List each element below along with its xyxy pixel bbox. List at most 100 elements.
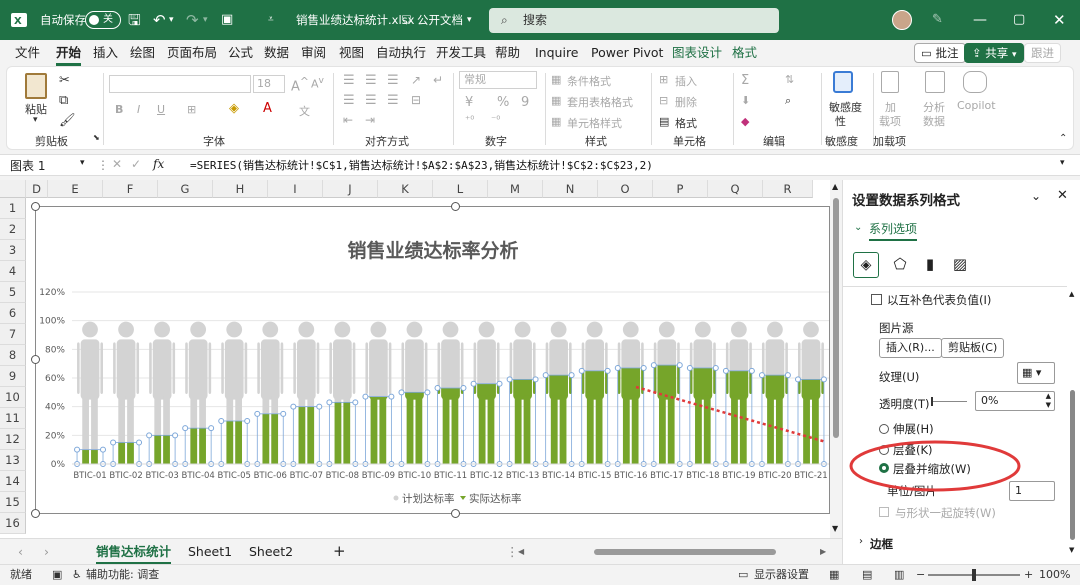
plan-figure-body[interactable] xyxy=(116,339,136,400)
actual-figure-part[interactable] xyxy=(812,395,819,464)
actual-figure-part[interactable] xyxy=(586,395,594,464)
normal-view-icon[interactable]: ▦ xyxy=(829,565,839,585)
actual-figure-part[interactable] xyxy=(631,395,639,464)
comma-icon[interactable]: 9 xyxy=(521,95,529,110)
sort-filter-icon[interactable]: ⇅ xyxy=(785,73,794,86)
autosave-toggle[interactable]: 关 xyxy=(85,11,121,29)
plan-figure-arm[interactable] xyxy=(172,342,176,395)
plan-figure-arm[interactable] xyxy=(257,342,260,395)
copy-icon[interactable]: ⧉ xyxy=(59,93,68,108)
series-selection-handle[interactable] xyxy=(218,418,225,424)
column-header[interactable]: O xyxy=(598,180,653,198)
border-icon[interactable]: ⊞ xyxy=(187,103,196,116)
scroll-down-icon[interactable]: ▼ xyxy=(832,524,838,533)
plan-figure-head[interactable] xyxy=(767,321,783,338)
delete-cells-icon[interactable]: ⊟ xyxy=(659,94,668,107)
maximize-icon[interactable]: ▢ xyxy=(1013,0,1025,40)
collapse-ribbon-icon[interactable]: ⌃ xyxy=(1059,133,1067,144)
row-header[interactable]: 5 xyxy=(0,282,26,303)
plan-figure-head[interactable] xyxy=(82,321,98,338)
conditional-format-icon[interactable]: ▦ xyxy=(551,73,561,86)
sheet-tab-sheet1[interactable]: Sheet1 xyxy=(188,539,232,564)
plan-figure-arm[interactable] xyxy=(100,342,104,395)
wrap-text-icon[interactable]: ↵ xyxy=(433,73,443,87)
menu-file[interactable]: 文件 xyxy=(15,40,40,66)
menu-automate[interactable]: 自动执行 xyxy=(376,40,426,66)
plan-figure-arm[interactable] xyxy=(352,342,356,395)
actual-figure-part[interactable] xyxy=(523,395,531,464)
align-center-icon[interactable]: ☰ xyxy=(365,93,377,108)
tab-series-options[interactable]: 系列选项 xyxy=(869,220,918,241)
decrease-decimal-icon[interactable]: ⁻⁰ xyxy=(491,115,500,126)
visibility-dropdown-icon[interactable]: ▾ xyxy=(467,0,472,40)
pane-close-icon[interactable]: ✕ xyxy=(1057,188,1068,203)
plan-figure-head[interactable] xyxy=(622,321,639,338)
plan-figure-body[interactable] xyxy=(405,339,424,400)
pane-options-icon[interactable]: ⌄ xyxy=(1031,189,1041,203)
actual-figure-part[interactable] xyxy=(559,395,567,464)
display-settings-icon[interactable]: ▭ xyxy=(738,565,748,585)
plan-figure-head[interactable] xyxy=(154,321,171,338)
row-header[interactable]: 12 xyxy=(0,429,26,450)
zoom-out-icon[interactable]: − xyxy=(916,565,925,585)
row-header[interactable]: 16 xyxy=(0,513,26,534)
conditional-format-label[interactable]: 条件格式 xyxy=(567,73,611,89)
series-options-chevron-icon[interactable]: ⌄ xyxy=(854,222,862,233)
actual-figure-part[interactable] xyxy=(442,395,450,464)
series-selection-handle[interactable] xyxy=(326,399,333,406)
plan-figure-head[interactable] xyxy=(118,321,134,338)
sensitivity-icon[interactable] xyxy=(833,71,853,93)
increase-indent-icon[interactable]: ⇥ xyxy=(365,113,375,127)
addins-label-2[interactable]: 载项 xyxy=(879,113,901,129)
save-icon[interactable]: 🖫 xyxy=(128,0,141,40)
column-header[interactable]: H xyxy=(213,180,268,198)
actual-bar-outline[interactable] xyxy=(401,391,428,465)
actual-bar-outline[interactable] xyxy=(328,401,356,465)
plan-figure-arm[interactable] xyxy=(316,342,320,395)
menu-power-pivot[interactable]: Power Pivot xyxy=(591,40,663,66)
series-selection-handle[interactable] xyxy=(74,446,81,453)
insert-function-icon[interactable]: fx xyxy=(153,157,164,171)
row-header[interactable]: 6 xyxy=(0,303,26,324)
series-selection-handle[interactable] xyxy=(290,403,297,410)
column-header[interactable]: L xyxy=(433,180,488,198)
row-header[interactable]: 14 xyxy=(0,471,26,492)
decrease-font-icon[interactable]: Av xyxy=(311,75,324,91)
series-selection-handle[interactable] xyxy=(748,367,755,374)
actual-figure-part[interactable] xyxy=(739,395,747,464)
align-right-icon[interactable]: ☰ xyxy=(387,93,399,108)
plan-figure-head[interactable] xyxy=(730,321,747,338)
actual-bar-outline[interactable] xyxy=(112,442,140,465)
select-all[interactable] xyxy=(0,180,26,198)
series-selection-handle[interactable] xyxy=(614,364,621,371)
actual-figure-part[interactable] xyxy=(595,395,603,464)
plan-figure-head[interactable] xyxy=(694,321,711,338)
font-color-icon[interactable]: A xyxy=(263,101,272,116)
series-selection-handle[interactable] xyxy=(578,367,585,374)
copilot-icon[interactable] xyxy=(963,71,987,93)
units-per-picture-input[interactable]: 1 xyxy=(1009,481,1055,501)
series-options-icon[interactable]: ▮ xyxy=(917,252,943,278)
undo-icon[interactable]: ↶ xyxy=(153,0,166,40)
phonetic-icon[interactable]: 文 xyxy=(299,103,310,119)
format-painter-icon[interactable]: 🖌 xyxy=(59,113,76,128)
actual-figure-part[interactable] xyxy=(406,395,414,464)
tabs-more-icon[interactable]: ⋮ xyxy=(506,539,519,564)
plan-figure-body[interactable] xyxy=(296,339,316,400)
series-selection-handle[interactable] xyxy=(424,389,431,396)
row-header[interactable]: 4 xyxy=(0,261,26,282)
plan-figure-arm[interactable] xyxy=(77,342,80,395)
accessibility-icon[interactable]: ♿ xyxy=(72,565,82,585)
series-selection-handle[interactable] xyxy=(784,372,791,379)
series-selection-handle[interactable] xyxy=(208,425,215,432)
cancel-icon[interactable]: ✕ xyxy=(112,157,122,171)
transparency-input[interactable]: 0% ▲ ▼ xyxy=(975,391,1055,411)
minimize-icon[interactable]: — xyxy=(973,0,987,40)
column-header[interactable]: F xyxy=(103,180,158,198)
macro-record-icon[interactable]: ▣ xyxy=(52,565,62,585)
enter-icon[interactable]: ✓ xyxy=(131,157,141,171)
menu-view[interactable]: 视图 xyxy=(339,40,364,66)
series-selection-handle[interactable] xyxy=(182,425,189,432)
table-format-icon[interactable]: ▦ xyxy=(551,94,561,107)
pane-scroll-thumb[interactable] xyxy=(1070,390,1075,540)
